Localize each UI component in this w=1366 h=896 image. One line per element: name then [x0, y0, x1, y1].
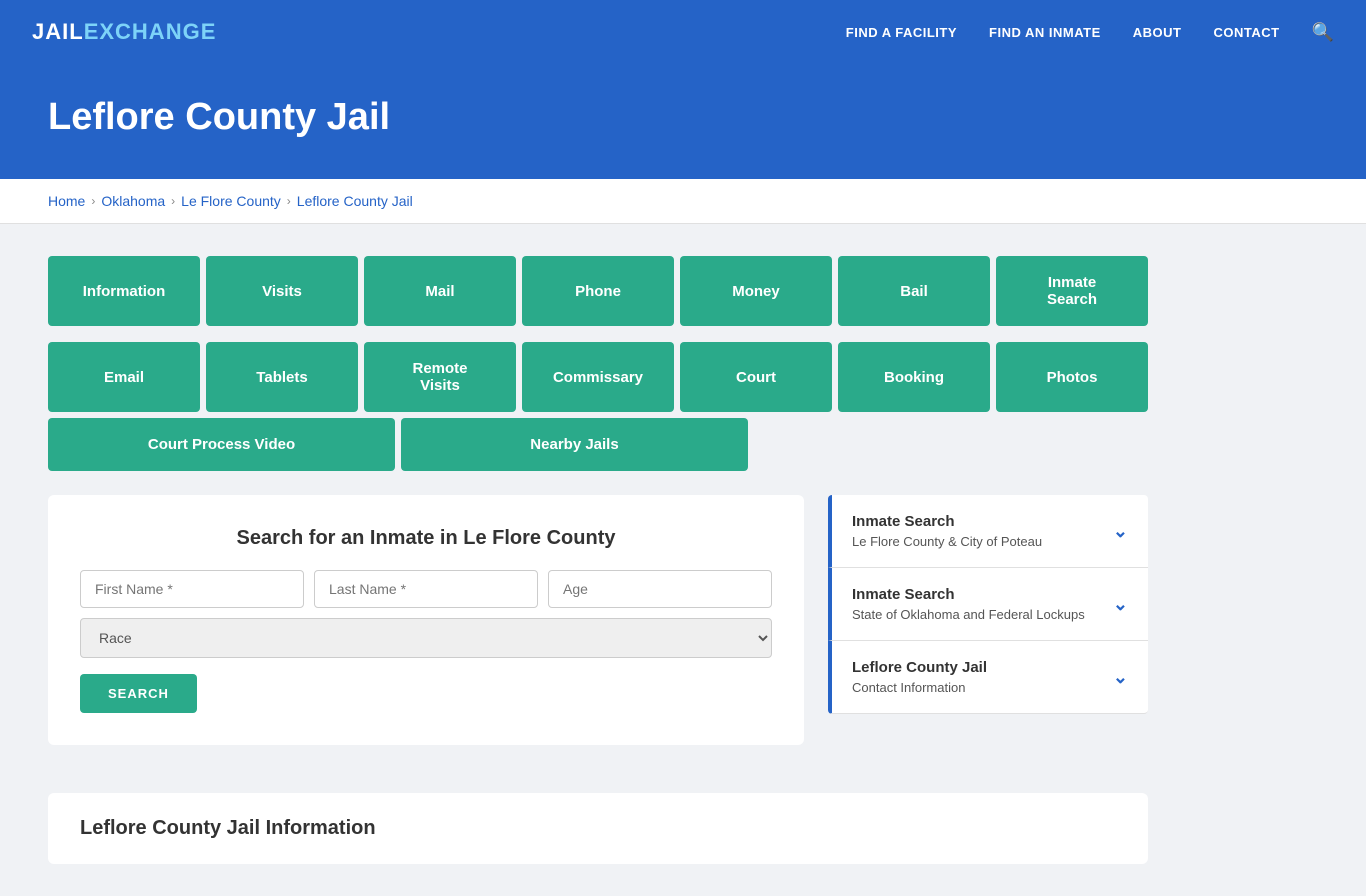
find-an-inmate-link[interactable]: FIND AN INMATE: [989, 25, 1101, 40]
sep3: ›: [287, 194, 291, 208]
sidebar-item-contact-info[interactable]: Leflore County Jail Contact Information …: [828, 641, 1148, 714]
two-col-layout: Search for an Inmate in Le Flore County …: [48, 495, 1148, 745]
sep1: ›: [91, 194, 95, 208]
leflore-jail-breadcrumb: Leflore County Jail: [297, 193, 413, 209]
sidebar-item-subtitle-2: State of Oklahoma and Federal Lockups: [852, 607, 1085, 622]
chevron-down-icon-2: ⌄: [1113, 594, 1128, 615]
last-name-input[interactable]: [314, 570, 538, 608]
breadcrumb-bar: Home › Oklahoma › Le Flore County › Lefl…: [0, 179, 1366, 224]
main-area: Information Visits Mail Phone Money Bail…: [0, 224, 1366, 896]
chevron-down-icon-3: ⌄: [1113, 667, 1128, 688]
logo-exchange: EXCHANGE: [84, 19, 217, 45]
nav-buttons-row1: Information Visits Mail Phone Money Bail…: [48, 256, 1148, 326]
information-button[interactable]: Information: [48, 256, 200, 326]
contact-link[interactable]: CONTACT: [1213, 25, 1279, 40]
home-breadcrumb[interactable]: Home: [48, 193, 85, 209]
sidebar: Inmate Search Le Flore County & City of …: [828, 495, 1148, 745]
sidebar-item-subtitle-3: Contact Information: [852, 680, 987, 695]
search-section: Search for an Inmate in Le Flore County …: [48, 495, 804, 745]
logo[interactable]: JAILEXCHANGE: [32, 19, 216, 45]
logo-jail: JAIL: [32, 19, 84, 45]
search-title: Search for an Inmate in Le Flore County: [80, 527, 772, 550]
booking-button[interactable]: Booking: [838, 342, 990, 412]
mail-button[interactable]: Mail: [364, 256, 516, 326]
find-a-facility-link[interactable]: FIND A FACILITY: [846, 25, 957, 40]
sidebar-item-text-1: Inmate Search Le Flore County & City of …: [852, 513, 1042, 549]
email-button[interactable]: Email: [48, 342, 200, 412]
jail-info-section: Leflore County Jail Information: [48, 793, 1148, 864]
navbar: JAILEXCHANGE FIND A FACILITY FIND AN INM…: [0, 0, 1366, 64]
sidebar-item-title-2: Inmate Search: [852, 586, 1085, 603]
tablets-button[interactable]: Tablets: [206, 342, 358, 412]
commissary-button[interactable]: Commissary: [522, 342, 674, 412]
navbar-links: FIND A FACILITY FIND AN INMATE ABOUT CON…: [846, 22, 1334, 43]
phone-button[interactable]: Phone: [522, 256, 674, 326]
sidebar-item-text-2: Inmate Search State of Oklahoma and Fede…: [852, 586, 1085, 622]
bail-button[interactable]: Bail: [838, 256, 990, 326]
photos-button[interactable]: Photos: [996, 342, 1148, 412]
sidebar-item-inmate-search-1[interactable]: Inmate Search Le Flore County & City of …: [828, 495, 1148, 568]
oklahoma-breadcrumb[interactable]: Oklahoma: [101, 193, 165, 209]
age-input[interactable]: [548, 570, 772, 608]
about-link[interactable]: ABOUT: [1133, 25, 1182, 40]
sidebar-item-title-1: Inmate Search: [852, 513, 1042, 530]
sidebar-item-subtitle-1: Le Flore County & City of Poteau: [852, 534, 1042, 549]
page-title: Leflore County Jail: [48, 96, 1318, 139]
remote-visits-button[interactable]: Remote Visits: [364, 342, 516, 412]
hero-section: Leflore County Jail: [0, 64, 1366, 179]
search-submit-button[interactable]: SEARCH: [80, 674, 197, 713]
chevron-down-icon-1: ⌄: [1113, 521, 1128, 542]
race-select[interactable]: Race White Black Hispanic Asian Other: [80, 618, 772, 658]
nav-buttons-row3: Court Process Video Nearby Jails: [48, 418, 748, 471]
court-button[interactable]: Court: [680, 342, 832, 412]
sidebar-item-text-3: Leflore County Jail Contact Information: [852, 659, 987, 695]
sidebar-item-inmate-search-2[interactable]: Inmate Search State of Oklahoma and Fede…: [828, 568, 1148, 641]
search-inputs: Race White Black Hispanic Asian Other: [80, 570, 772, 658]
le-flore-county-breadcrumb[interactable]: Le Flore County: [181, 193, 281, 209]
visits-button[interactable]: Visits: [206, 256, 358, 326]
search-icon-button[interactable]: 🔍: [1312, 22, 1334, 43]
breadcrumb: Home › Oklahoma › Le Flore County › Lefl…: [48, 193, 1318, 209]
money-button[interactable]: Money: [680, 256, 832, 326]
nav-buttons-row2: Email Tablets Remote Visits Commissary C…: [48, 342, 1148, 412]
court-process-video-button[interactable]: Court Process Video: [48, 418, 395, 471]
first-name-input[interactable]: [80, 570, 304, 608]
sep2: ›: [171, 194, 175, 208]
bottom-row: Leflore County Jail Information: [48, 769, 1148, 864]
jail-info-title: Leflore County Jail Information: [80, 817, 1116, 840]
nearby-jails-button[interactable]: Nearby Jails: [401, 418, 748, 471]
sidebar-item-title-3: Leflore County Jail: [852, 659, 987, 676]
inmate-search-button[interactable]: Inmate Search: [996, 256, 1148, 326]
